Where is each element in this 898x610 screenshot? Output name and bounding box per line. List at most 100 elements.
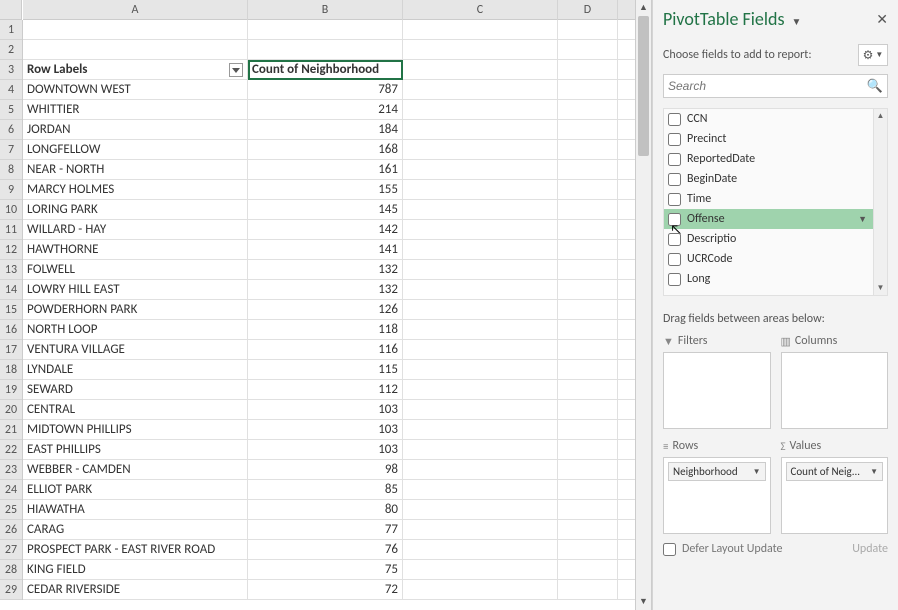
cell-label-23[interactable]: WEBBER - CAMDEN [23, 460, 248, 479]
scroll-up-arrow[interactable]: ▲ [636, 0, 651, 16]
cell-label-25[interactable]: HIAWATHA [23, 500, 248, 519]
row-header-29[interactable]: 29 [0, 580, 22, 600]
search-input[interactable] [668, 79, 867, 93]
cell-d18[interactable] [558, 360, 618, 379]
pivot-count-header[interactable]: Count of Neighborhood [248, 60, 403, 79]
cell-label-18[interactable]: LYNDALE [23, 360, 248, 379]
field-checkbox-long[interactable] [668, 273, 681, 286]
cell-label-16[interactable]: NORTH LOOP [23, 320, 248, 339]
cell-c4[interactable] [403, 80, 558, 99]
field-list[interactable]: CCNPrecinctReportedDateBeginDateTimeOffe… [663, 108, 874, 296]
field-item-offense[interactable]: Offense▼↖ [664, 209, 873, 229]
row-header-25[interactable]: 25 [0, 500, 22, 520]
field-item-ccn[interactable]: CCN [664, 109, 873, 129]
cell-label-9[interactable]: MARCY HOLMES [23, 180, 248, 199]
cell-label-22[interactable]: EAST PHILLIPS [23, 440, 248, 459]
row-header-24[interactable]: 24 [0, 480, 22, 500]
field-checkbox-ucrcode[interactable] [668, 253, 681, 266]
row-header-23[interactable]: 23 [0, 460, 22, 480]
cell-c6[interactable] [403, 120, 558, 139]
cell-d1[interactable] [558, 20, 618, 39]
cell-c1[interactable] [403, 20, 558, 39]
gear-button[interactable]: ⚙ ▼ [858, 44, 888, 66]
row-header-11[interactable]: 11 [0, 220, 22, 240]
pane-options-caret[interactable]: ▼ [791, 15, 801, 28]
cell-c18[interactable] [403, 360, 558, 379]
field-item-time[interactable]: Time [664, 189, 873, 209]
row-header-4[interactable]: 4 [0, 80, 22, 100]
scroll-thumb[interactable] [638, 16, 649, 156]
row-header-18[interactable]: 18 [0, 360, 22, 380]
col-header-a[interactable]: A [23, 0, 248, 20]
cell-d14[interactable] [558, 280, 618, 299]
field-item-descriptio[interactable]: Descriptio [664, 229, 873, 249]
row-header-28[interactable]: 28 [0, 560, 22, 580]
update-button[interactable]: Update [852, 542, 888, 556]
field-item-begindate[interactable]: BeginDate [664, 169, 873, 189]
cell-label-5[interactable]: WHITTIER [23, 100, 248, 119]
field-checkbox-descriptio[interactable] [668, 233, 681, 246]
cell-value-15[interactable]: 126 [248, 300, 403, 319]
columns-zone[interactable]: ▥Columns [781, 334, 889, 429]
cell-label-4[interactable]: DOWNTOWN WEST [23, 80, 248, 99]
cell-label-27[interactable]: PROSPECT PARK - EAST RIVER ROAD [23, 540, 248, 559]
cell-value-27[interactable]: 76 [248, 540, 403, 559]
cell-c5[interactable] [403, 100, 558, 119]
row-header-8[interactable]: 8 [0, 160, 22, 180]
cell-value-18[interactable]: 115 [248, 360, 403, 379]
field-checkbox-ccn[interactable] [668, 113, 681, 126]
row-header-7[interactable]: 7 [0, 140, 22, 160]
cell-label-6[interactable]: JORDAN [23, 120, 248, 139]
cell-d29[interactable] [558, 580, 618, 599]
cell-c20[interactable] [403, 400, 558, 419]
cell-c11[interactable] [403, 220, 558, 239]
cell-value-12[interactable]: 141 [248, 240, 403, 259]
cell-c7[interactable] [403, 140, 558, 159]
cell-value-21[interactable]: 103 [248, 420, 403, 439]
close-icon[interactable]: ✕ [876, 11, 888, 28]
cell-value-28[interactable]: 75 [248, 560, 403, 579]
cell-label-8[interactable]: NEAR - NORTH [23, 160, 248, 179]
cell-d21[interactable] [558, 420, 618, 439]
cell-d11[interactable] [558, 220, 618, 239]
cell-value-22[interactable]: 103 [248, 440, 403, 459]
cell-value-26[interactable]: 77 [248, 520, 403, 539]
values-zone[interactable]: ΣValues Count of Neig...▼ [781, 439, 889, 534]
cell-d28[interactable] [558, 560, 618, 579]
field-item-ucrcode[interactable]: UCRCode [664, 249, 873, 269]
cell-value-7[interactable]: 168 [248, 140, 403, 159]
filters-zone[interactable]: ▼Filters [663, 334, 771, 429]
row-header-2[interactable]: 2 [0, 40, 22, 60]
cell-label-26[interactable]: CARAG [23, 520, 248, 539]
cell-c25[interactable] [403, 500, 558, 519]
cell-value-10[interactable]: 145 [248, 200, 403, 219]
cell-c21[interactable] [403, 420, 558, 439]
col-header-c[interactable]: C [403, 0, 558, 20]
field-item-precinct[interactable]: Precinct [664, 129, 873, 149]
cell-label-14[interactable]: LOWRY HILL EAST [23, 280, 248, 299]
cell-c10[interactable] [403, 200, 558, 219]
cell-d9[interactable] [558, 180, 618, 199]
cell-c15[interactable] [403, 300, 558, 319]
defer-update-checkbox[interactable] [663, 543, 676, 556]
cell-label-12[interactable]: HAWTHORNE [23, 240, 248, 259]
row-header-21[interactable]: 21 [0, 420, 22, 440]
cell-d7[interactable] [558, 140, 618, 159]
cell-value-23[interactable]: 98 [248, 460, 403, 479]
row-header-22[interactable]: 22 [0, 440, 22, 460]
select-all-corner[interactable] [0, 0, 22, 20]
row-header-1[interactable]: 1 [0, 20, 22, 40]
cells-grid[interactable]: Row LabelsCount of NeighborhoodDOWNTOWN … [23, 20, 635, 610]
field-checkbox-precinct[interactable] [668, 133, 681, 146]
cell-b2[interactable] [248, 40, 403, 59]
vertical-scrollbar[interactable]: ▲ ▼ [635, 0, 651, 610]
cell-c24[interactable] [403, 480, 558, 499]
cell-d20[interactable] [558, 400, 618, 419]
row-header-19[interactable]: 19 [0, 380, 22, 400]
cell-d23[interactable] [558, 460, 618, 479]
cell-d24[interactable] [558, 480, 618, 499]
cell-value-14[interactable]: 132 [248, 280, 403, 299]
cell-value-13[interactable]: 132 [248, 260, 403, 279]
cell-d17[interactable] [558, 340, 618, 359]
cell-b1[interactable] [248, 20, 403, 39]
